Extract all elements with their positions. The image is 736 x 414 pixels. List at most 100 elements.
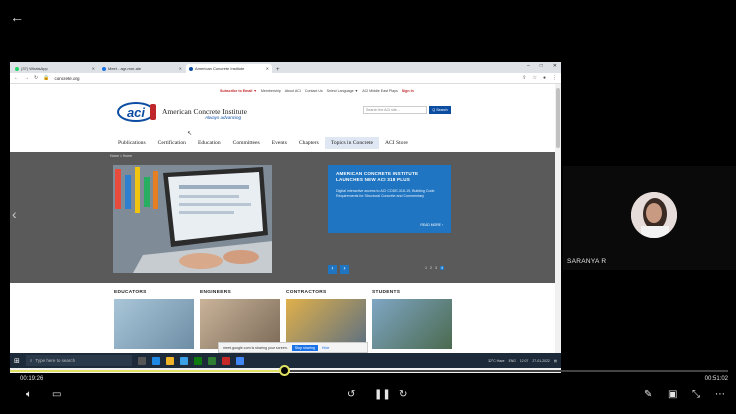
tab-label: (37) WhatsApp [21, 66, 48, 71]
forward-arrow-icon[interactable]: → [24, 75, 29, 81]
educators-image[interactable] [114, 299, 194, 349]
language-select[interactable]: Select Language ▼ [327, 89, 359, 93]
stop-sharing-button[interactable]: Stop sharing [291, 344, 318, 351]
pager-3[interactable]: 3 [435, 266, 437, 270]
nav-certification[interactable]: Certification [152, 137, 192, 149]
captions-icon[interactable]: ▭ [52, 389, 61, 401]
chevron-right-icon[interactable]: › [340, 265, 349, 274]
profile-icon[interactable]: ● [543, 75, 546, 81]
windows-start-icon[interactable]: ⊞ [14, 357, 20, 365]
site-search-input[interactable]: Search the ACI site... [363, 106, 427, 114]
elapsed-time: 00:19:26 [20, 376, 44, 382]
url-field[interactable]: concrete.org [54, 76, 79, 81]
participant-name: SARANYA R [567, 258, 607, 265]
search-icon: ⌕ [29, 358, 33, 363]
minimize-icon[interactable]: – [527, 63, 530, 69]
star-icon[interactable]: ☆ [532, 75, 536, 81]
breadcrumb: Home > Home [110, 154, 132, 158]
aci-favicon-icon [189, 66, 193, 71]
edit-icon[interactable]: ✎ [644, 389, 652, 401]
edge-icon[interactable] [151, 356, 160, 365]
arrow-left-icon: ← [10, 9, 24, 25]
pager-1[interactable]: 1 [425, 266, 427, 270]
taskbar-search-placeholder: Type here to search [35, 358, 76, 363]
utility-links: Subscribe to Email ▼ Membership About AC… [220, 89, 414, 93]
membership-link[interactable]: Membership [261, 89, 281, 93]
mail-icon[interactable] [179, 356, 188, 365]
browser-tab-aci[interactable]: American Concrete Institute ✕ [186, 64, 272, 73]
forward-10-icon[interactable]: ↻ [399, 389, 407, 401]
total-time: 00:51:02 [704, 376, 728, 382]
site-search-button[interactable]: Q Search [429, 106, 451, 114]
nav-events[interactable]: Events [266, 137, 293, 149]
audience-engineers[interactable]: ENGINEERS [200, 290, 231, 295]
chevron-left-icon[interactable]: ‹ [12, 206, 17, 222]
hide-button[interactable]: Hide [322, 346, 329, 350]
audience-contractors[interactable]: CONTRACTORS [286, 290, 327, 295]
tab-label: Meet - agr-mnr-aie [108, 66, 142, 71]
browser-tab-meet[interactable]: Meet - agr-mnr-aie ✕ [99, 64, 185, 73]
tab-label: American Concrete Institute [195, 66, 245, 71]
clock-date[interactable]: 27-01-2022 [532, 359, 549, 363]
exit-fullscreen-icon[interactable]: ⤡ [692, 389, 700, 401]
video-player: ← (37) WhatsApp ✕ Meet - agr-mnr-aie ✕ A… [0, 0, 736, 414]
audience-students[interactable]: STUDENTS [372, 290, 400, 295]
chrome-icon[interactable] [235, 356, 244, 365]
chevron-left-icon[interactable]: ‹ [328, 265, 337, 274]
pause-icon[interactable]: ❚❚ [374, 389, 391, 401]
lang-text[interactable]: ENG [509, 359, 516, 363]
pager-2[interactable]: 2 [430, 266, 432, 270]
weather-text[interactable]: 32°C Haze [488, 359, 504, 363]
main-nav: Publications Certification Education Com… [112, 137, 414, 149]
app-icon[interactable] [207, 356, 216, 365]
contact-link[interactable]: Contact Us [305, 89, 323, 93]
back-button[interactable]: ← [10, 8, 32, 26]
close-icon[interactable]: ✕ [92, 66, 95, 71]
notifications-icon[interactable]: ▤ [554, 359, 557, 363]
store-icon[interactable] [193, 356, 202, 365]
logo-accent [150, 104, 156, 120]
mouse-cursor-icon: ↖ [187, 131, 193, 137]
taskbar-search[interactable]: ⌕ Type here to search [25, 355, 132, 366]
students-image[interactable] [372, 299, 452, 349]
reload-icon[interactable]: ↻ [34, 75, 38, 81]
more-options-icon[interactable]: ⋯ [715, 389, 725, 401]
volume-icon[interactable]: 🔈︎ [26, 389, 32, 401]
audience-educators[interactable]: EDUCATORS [114, 290, 147, 295]
nav-committees[interactable]: Committees [227, 137, 266, 149]
hero-news-card[interactable]: AMERICAN CONCRETE INSTITUTE LAUNCHES NEW… [328, 165, 451, 233]
middle-east-link[interactable]: ACI Middle East Plays [362, 89, 398, 93]
maximize-icon[interactable]: □ [540, 63, 543, 69]
scroll-thumb[interactable] [556, 88, 560, 148]
menu-kebab-icon[interactable]: ⋮ [552, 75, 557, 81]
clock-time[interactable]: 12:07 [520, 359, 529, 363]
progress-bar[interactable] [10, 365, 728, 376]
nav-publications[interactable]: Publications [112, 137, 152, 149]
system-tray: 32°C Haze ENG 12:07 27-01-2022 ▤ [488, 359, 557, 363]
share-icon[interactable]: ⇪ [522, 75, 526, 81]
subscribe-link[interactable]: Subscribe to Email ▼ [220, 89, 257, 93]
sign-in-link[interactable]: Sign In [402, 89, 414, 93]
read-more-link[interactable]: READ MORE › [420, 223, 443, 227]
page-scrollbar[interactable] [555, 84, 561, 353]
hero-arrows: ‹ › [328, 265, 349, 274]
hero-banner: Home > Home AMERICAN CONCRETE INSTITUTE … [10, 152, 555, 283]
close-window-icon[interactable]: ✕ [553, 63, 557, 69]
nav-education[interactable]: Education [192, 137, 227, 149]
browser-tabbar: (37) WhatsApp ✕ Meet - agr-mnr-aie ✕ Ame… [10, 62, 561, 73]
picture-in-picture-icon[interactable]: ▣ [668, 389, 677, 401]
nav-aci-store[interactable]: ACI Store [379, 137, 414, 149]
rewind-10-icon[interactable]: ↺ [347, 389, 355, 401]
pager-4[interactable]: 4 [440, 266, 444, 270]
nav-topics-in-concrete[interactable]: Topics in Concrete [324, 137, 379, 149]
file-explorer-icon[interactable] [165, 356, 174, 365]
app-icon[interactable] [221, 356, 230, 365]
close-icon[interactable]: ✕ [179, 66, 182, 71]
back-arrow-icon[interactable]: ← [14, 75, 19, 81]
about-link[interactable]: About ACI [285, 89, 301, 93]
nav-chapters[interactable]: Chapters [293, 137, 325, 149]
close-icon[interactable]: ✕ [266, 66, 269, 71]
progress-knob[interactable] [278, 365, 290, 376]
browser-tab-whatsapp[interactable]: (37) WhatsApp ✕ [12, 64, 98, 73]
task-view-icon[interactable] [137, 356, 146, 365]
